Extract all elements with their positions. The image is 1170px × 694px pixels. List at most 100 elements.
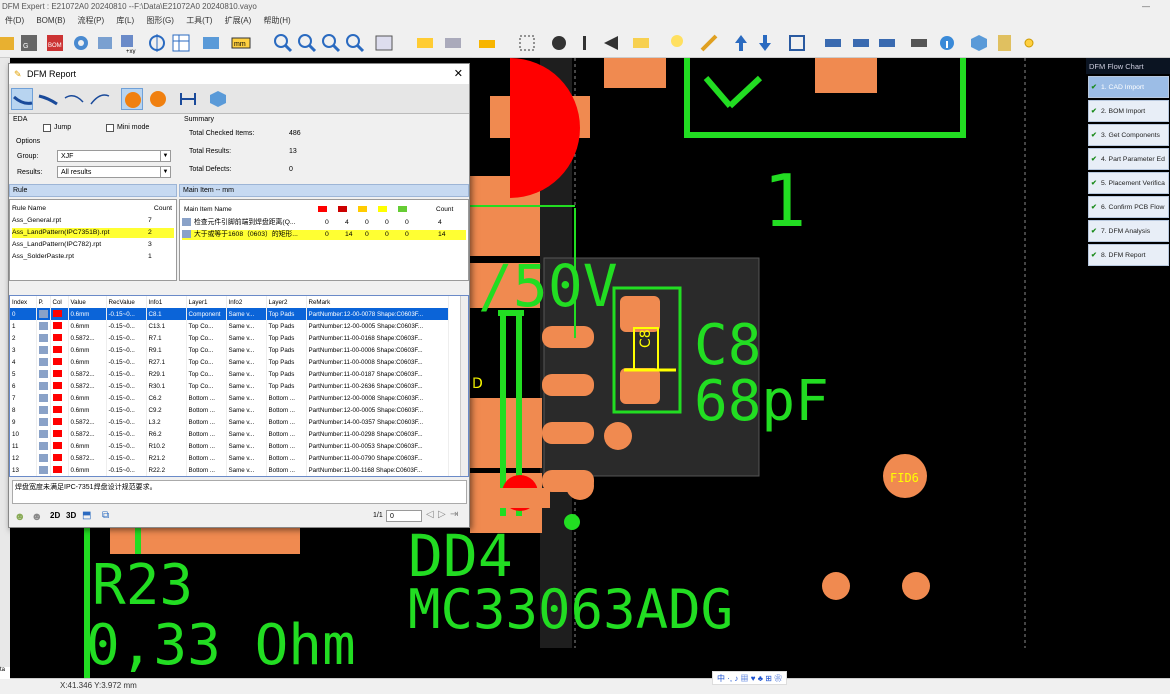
cube-icon[interactable] <box>968 32 990 54</box>
menu-file[interactable]: 件(D) <box>0 14 29 28</box>
table-row[interactable]: 12 0.5872... -0.15~0... R21.2 Bottom ... Same… <box>10 452 449 464</box>
results-select[interactable]: All results ▼ <box>57 166 171 178</box>
main-item-row[interactable]: 大于或等于1608（0603）的矩形... 0 14 0 0 0 14 <box>182 230 466 240</box>
col-value[interactable]: Value <box>68 296 107 308</box>
mini-mode-checkbox[interactable] <box>106 124 114 132</box>
table-row[interactable]: 9 0.5872... -0.15~0... L3.2 Bottom ... Same v… <box>10 416 449 428</box>
curve-icon[interactable] <box>89 88 111 110</box>
pencil-icon[interactable] <box>698 32 720 54</box>
col-p[interactable]: P. <box>36 296 51 308</box>
jump-checkbox[interactable] <box>43 124 51 132</box>
flow-step-get-components[interactable]: ✔ 3. Get Components <box>1088 124 1169 146</box>
menu-tools[interactable]: 工具(T) <box>181 14 217 28</box>
ball-icon[interactable] <box>121 88 143 110</box>
paint-icon[interactable] <box>850 32 872 54</box>
view-3d-button[interactable]: 3D <box>66 511 76 520</box>
pad-width-icon[interactable] <box>11 88 33 110</box>
layer-icon[interactable] <box>476 32 498 54</box>
table-row[interactable]: 3 0.6mm -0.15~0... R9.1 Top Co... Same v... To… <box>10 344 449 356</box>
page-input[interactable]: 0 <box>386 510 422 522</box>
main-item-row[interactable]: 检查元件引脚前端到焊盘距离(Q... 0 4 0 0 0 4 <box>182 218 466 228</box>
table-row[interactable]: 5 0.5872... -0.15~0... R29.1 Top Co... Same v… <box>10 368 449 380</box>
arrow-down-icon[interactable] <box>754 32 776 54</box>
table-row[interactable]: 6 0.5872... -0.15~0... R30.1 Top Co... Same v… <box>10 380 449 392</box>
filter-icon[interactable]: ☻ <box>31 511 43 523</box>
gerber-icon[interactable]: G <box>18 32 40 54</box>
view-2d-button[interactable]: 2D <box>50 511 60 520</box>
menu-bom[interactable]: BOM(B) <box>31 14 70 28</box>
brush-icon[interactable] <box>822 32 844 54</box>
table-row[interactable]: 7 0.6mm -0.15~0... C6.2 Bottom ... Same v... B… <box>10 392 449 404</box>
table-row[interactable]: 1 0.6mm -0.15~0... C13.1 Top Co... Same v... T… <box>10 320 449 332</box>
col-layer1[interactable]: Layer1 <box>186 296 227 308</box>
rule-row[interactable]: Ass_General.rpt 7 <box>12 216 174 226</box>
select-icon[interactable] <box>516 32 538 54</box>
menu-extend[interactable]: 扩展(A) <box>220 14 257 28</box>
half-ball-icon[interactable] <box>147 88 169 110</box>
report-icon[interactable] <box>994 32 1016 54</box>
arrow-up-icon[interactable] <box>730 32 752 54</box>
pcb-icon[interactable] <box>414 32 436 54</box>
col-info1[interactable]: Info1 <box>146 296 187 308</box>
flow-step-confirm-pcb[interactable]: ✔ 6. Confirm PCB Flow <box>1088 196 1169 218</box>
group-select[interactable]: XJF ▼ <box>57 150 171 162</box>
ime-toolbar[interactable]: 中 ·, ♪ ▦ ♥ ♣ ⊞ ❀ <box>712 671 788 685</box>
bulb-icon[interactable] <box>666 32 688 54</box>
cube-icon[interactable] <box>207 88 229 110</box>
col-layer2[interactable]: Layer2 <box>266 296 307 308</box>
snap-icon[interactable] <box>374 32 396 54</box>
table-row[interactable]: 10 0.5872... -0.15~0... R6.2 Bottom ... Same … <box>10 428 449 440</box>
zoom-in-icon[interactable] <box>272 32 294 54</box>
close-icon[interactable]: ✕ <box>454 64 463 84</box>
col-col[interactable]: Col <box>50 296 69 308</box>
rule-row[interactable]: Ass_LandPattern(IPC782).rpt 3 <box>12 240 174 250</box>
line-icon[interactable] <box>574 32 596 54</box>
crosshair-icon[interactable] <box>146 32 168 54</box>
xy-icon[interactable]: +xy <box>118 32 140 55</box>
dimension-icon[interactable] <box>177 88 199 110</box>
table-row[interactable]: 11 0.6mm -0.15~0... R10.2 Bottom ... Same v..… <box>10 440 449 452</box>
bom-icon[interactable]: BOM <box>44 32 66 54</box>
grid-icon[interactable] <box>200 32 222 54</box>
table-row[interactable]: 2 0.5872... -0.15~0... R7.1 Top Co... Same v.… <box>10 332 449 344</box>
flow-step-cad-import[interactable]: ✔ 1. CAD Import <box>1088 76 1169 98</box>
col-index[interactable]: Index <box>10 296 37 308</box>
paint2-icon[interactable] <box>876 32 898 54</box>
table-row[interactable]: 13 0.6mm -0.15~0... R22.2 Bottom ... Same v..… <box>10 464 449 476</box>
prev-page-icon[interactable]: ◁ <box>426 509 434 520</box>
table-row[interactable]: 4 0.6mm -0.15~0... R27.1 Top Co... Same v... T… <box>10 356 449 368</box>
table-icon[interactable] <box>170 32 192 54</box>
zoom-out-icon[interactable] <box>296 32 318 54</box>
flow-step-part-parameter[interactable]: ✔ 4. Part Parameter Ed <box>1088 148 1169 170</box>
rule-row[interactable]: Ass_LandPattern(IPC7351B).rpt 2 <box>12 228 174 238</box>
zoom-window-icon[interactable] <box>344 32 366 54</box>
measure-icon[interactable] <box>630 32 652 54</box>
circle-icon[interactable] <box>548 32 570 54</box>
gear-icon[interactable] <box>70 32 92 54</box>
menu-graphics[interactable]: 图形(G) <box>141 14 179 28</box>
menu-help[interactable]: 帮助(H) <box>259 14 296 28</box>
pad-length-icon[interactable] <box>37 88 59 110</box>
person-icon[interactable]: ☻ <box>14 511 26 523</box>
board-icon[interactable] <box>442 32 464 54</box>
menu-library[interactable]: 库(L) <box>111 14 139 28</box>
rect-tool-icon[interactable] <box>786 32 808 54</box>
mm-unit-icon[interactable]: mm <box>230 32 252 54</box>
col-remark[interactable]: ReMark <box>306 296 449 308</box>
copy-icon[interactable]: ⧉ <box>102 510 109 521</box>
spacing-icon[interactable] <box>63 88 85 110</box>
flow-step-placement[interactable]: ✔ 5. Placement Verifica <box>1088 172 1169 194</box>
rule-row[interactable]: Ass_SolderPaste.rpt 1 <box>12 252 174 262</box>
col-recvalue[interactable]: RecValue <box>106 296 147 308</box>
sun-icon[interactable] <box>1018 32 1040 54</box>
info-icon[interactable] <box>936 32 958 54</box>
table-row[interactable]: 8 0.6mm -0.15~0... C9.2 Bottom ... Same v... B… <box>10 404 449 416</box>
flow-step-dfm-analysis[interactable]: ✔ 7. DFM Analysis <box>1088 220 1169 242</box>
menu-process[interactable]: 流程(P) <box>72 14 109 28</box>
next-page-icon[interactable]: ▷ <box>438 509 446 520</box>
zoom-fit-icon[interactable] <box>320 32 342 54</box>
last-page-icon[interactable]: ⇥ <box>450 509 458 520</box>
glue-icon[interactable] <box>908 32 930 54</box>
mirror-icon[interactable] <box>600 32 622 54</box>
component-icon[interactable] <box>94 32 116 54</box>
